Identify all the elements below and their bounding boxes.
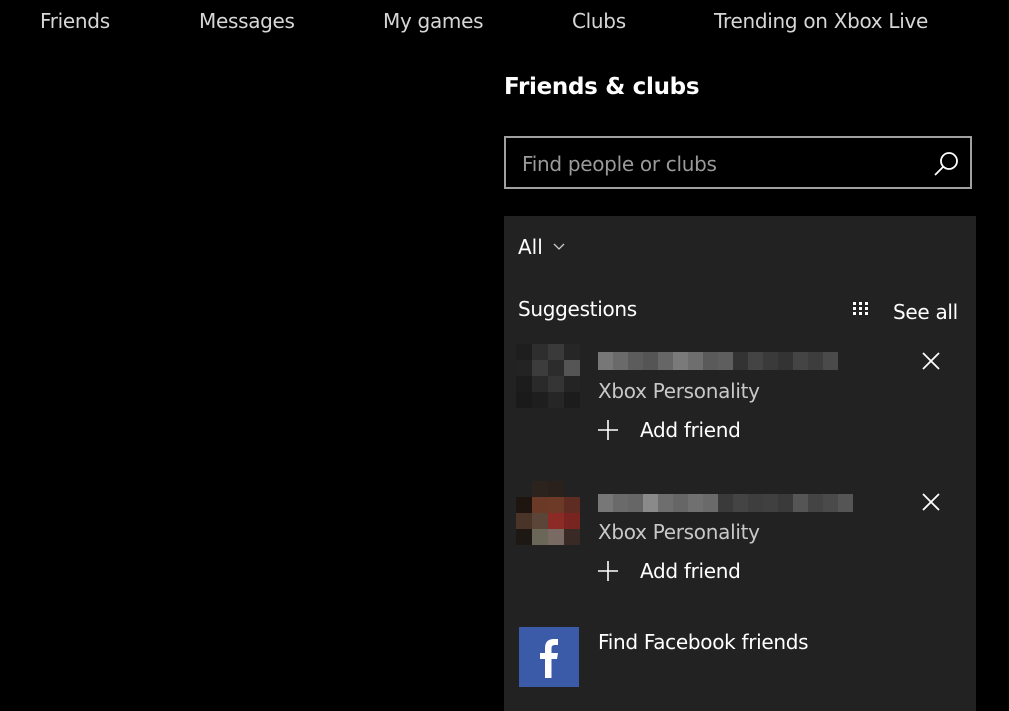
friends-card: All Suggestions See all Xbox Personality: [504, 216, 976, 711]
nav-friends[interactable]: Friends: [40, 9, 110, 33]
nav-messages[interactable]: Messages: [199, 9, 295, 33]
suggestion-subtitle: Xbox Personality: [598, 379, 760, 403]
search-icon[interactable]: [932, 150, 960, 178]
find-facebook-friends-link[interactable]: Find Facebook friends: [598, 630, 809, 654]
close-icon[interactable]: [920, 491, 942, 513]
top-navigation: Friends Messages My games Clubs Trending…: [0, 0, 1009, 46]
suggestion-name[interactable]: [598, 494, 853, 512]
suggestion-subtitle: Xbox Personality: [598, 520, 760, 544]
nav-trending[interactable]: Trending on Xbox Live: [714, 9, 928, 33]
close-icon[interactable]: [920, 350, 942, 372]
plus-icon: [598, 561, 618, 581]
suggestions-header: Suggestions: [518, 297, 637, 321]
filter-label: All: [518, 235, 543, 259]
suggestion-item: Xbox Personality Add friend: [504, 342, 976, 452]
nav-clubs[interactable]: Clubs: [572, 9, 626, 33]
add-friend-button[interactable]: Add friend: [596, 559, 741, 583]
grid-icon[interactable]: [853, 302, 869, 316]
filter-dropdown[interactable]: All: [518, 235, 565, 259]
see-all-link[interactable]: See all: [893, 300, 958, 324]
add-friend-label: Add friend: [640, 559, 741, 583]
avatar[interactable]: [516, 344, 580, 408]
search-box: [504, 136, 972, 189]
nav-my-games[interactable]: My games: [383, 9, 484, 33]
avatar[interactable]: [516, 481, 580, 545]
add-friend-label: Add friend: [640, 418, 741, 442]
suggestion-name[interactable]: [598, 352, 838, 370]
chevron-down-icon: [553, 243, 565, 250]
facebook-icon[interactable]: [519, 627, 579, 687]
search-input[interactable]: [520, 138, 924, 189]
suggestion-item: Xbox Personality Add friend: [504, 481, 976, 593]
plus-icon: [598, 420, 618, 440]
panel-title: Friends & clubs: [504, 74, 700, 100]
add-friend-button[interactable]: Add friend: [596, 418, 741, 442]
